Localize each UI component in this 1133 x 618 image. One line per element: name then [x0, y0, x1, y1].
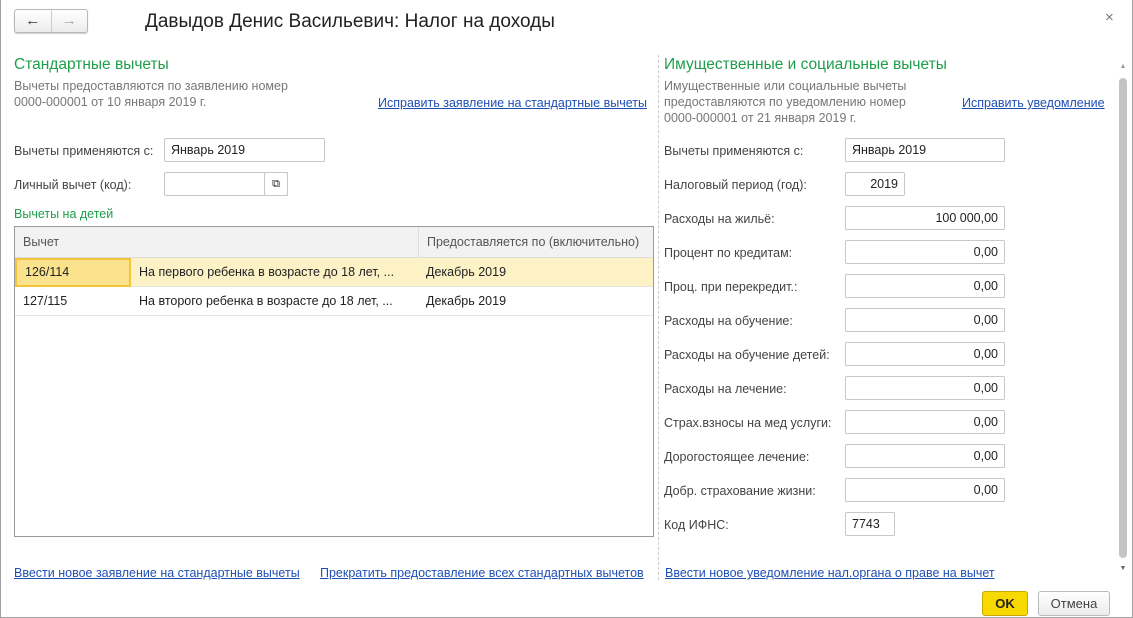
treatment-input[interactable]: 0,00 [845, 376, 1005, 400]
life-insurance-label: Добр. страхование жизни: [664, 484, 816, 498]
cell-until[interactable]: Декабрь 2019 [418, 287, 506, 315]
open-lookup-icon[interactable]: ⧉ [264, 172, 288, 196]
applies-from-label: Вычеты применяются с: [664, 144, 804, 158]
applies-from-input[interactable]: Январь 2019 [164, 138, 325, 162]
property-heading: Имущественные и социальные вычеты [664, 56, 947, 73]
cell-description[interactable]: На второго ребенка в возрасте до 18 лет,… [131, 287, 393, 315]
children-deductions-table: Вычет Предоставляется по (включительно) … [14, 226, 654, 537]
tax-period-label: Налоговый период (год): [664, 178, 807, 192]
table-row[interactable]: 127/115 На второго ребенка в возрасте до… [15, 287, 653, 316]
education-label: Расходы на обучение: [664, 314, 793, 328]
column-header-deduction[interactable]: Вычет [15, 227, 418, 258]
housing-input[interactable]: 100 000,00 [845, 206, 1005, 230]
scrollbar[interactable]: ▲ ▼ [1118, 63, 1128, 578]
fix-application-link[interactable]: Исправить заявление на стандартные вычет… [378, 96, 647, 110]
cancel-button[interactable]: Отмена [1038, 591, 1110, 616]
children-education-input[interactable]: 0,00 [845, 342, 1005, 366]
expensive-treatment-label: Дорогостоящее лечение: [664, 450, 810, 464]
children-education-label: Расходы на обучение детей: [664, 348, 830, 362]
applies-from-input[interactable]: Январь 2019 [845, 138, 1005, 162]
column-divider [658, 55, 659, 580]
fix-notice-link[interactable]: Исправить уведомление [962, 96, 1105, 110]
education-input[interactable]: 0,00 [845, 308, 1005, 332]
refinance-interest-input[interactable]: 0,00 [845, 274, 1005, 298]
close-icon[interactable]: × [1105, 9, 1114, 26]
ifns-code-label: Код ИФНС: [664, 518, 729, 532]
new-application-link[interactable]: Ввести новое заявление на стандартные вы… [14, 566, 300, 580]
tax-period-input[interactable]: 2019 [845, 172, 905, 196]
loan-interest-label: Процент по кредитам: [664, 246, 793, 260]
note-line: предоставляются по уведомлению номер [664, 95, 906, 109]
back-button[interactable]: ← [15, 10, 51, 32]
window-title: Давыдов Денис Васильевич: Налог на доход… [145, 11, 555, 32]
med-insurance-label: Страх.взносы на мед услуги: [664, 416, 832, 430]
housing-label: Расходы на жильё: [664, 212, 775, 226]
cell-description[interactable]: На первого ребенка в возрасте до 18 лет,… [131, 258, 394, 286]
note-line: Вычеты предоставляются по заявлению номе… [14, 79, 288, 93]
loan-interest-input[interactable]: 0,00 [845, 240, 1005, 264]
scroll-up-icon[interactable]: ▲ [1118, 63, 1128, 70]
table-row[interactable]: 126/114 На первого ребенка в возрасте до… [15, 258, 653, 287]
cell-code[interactable]: 126/114 [15, 258, 131, 287]
scrollbar-thumb[interactable] [1119, 78, 1127, 558]
expensive-treatment-input[interactable]: 0,00 [845, 444, 1005, 468]
standard-heading: Стандартные вычеты [14, 56, 169, 73]
personal-deduction-label: Личный вычет (код): [14, 178, 132, 192]
stop-all-deductions-link[interactable]: Прекратить предоставление всех стандартн… [320, 566, 644, 580]
applies-from-label: Вычеты применяются с: [14, 144, 154, 158]
children-heading: Вычеты на детей [14, 207, 114, 221]
ok-button[interactable]: OK [982, 591, 1028, 616]
standard-note: Вычеты предоставляются по заявлению номе… [14, 78, 288, 110]
new-notice-link[interactable]: Ввести новое уведомление нал.органа о пр… [665, 566, 995, 580]
navigation-buttons: ← → [14, 9, 88, 33]
ifns-code-input[interactable]: 7743 [845, 512, 895, 536]
note-line: 0000-000001 от 10 января 2019 г. [14, 95, 207, 109]
property-note: Имущественные или социальные вычеты пред… [664, 78, 906, 126]
note-line: Имущественные или социальные вычеты [664, 79, 907, 93]
refinance-interest-label: Проц. при перекредит.: [664, 280, 798, 294]
note-line: 0000-000001 от 21 января 2019 г. [664, 111, 857, 125]
treatment-label: Расходы на лечение: [664, 382, 787, 396]
life-insurance-input[interactable]: 0,00 [845, 478, 1005, 502]
scroll-down-icon[interactable]: ▼ [1118, 565, 1128, 572]
cell-code[interactable]: 127/115 [15, 287, 67, 315]
column-header-until[interactable]: Предоставляется по (включительно) [418, 227, 653, 258]
med-insurance-input[interactable]: 0,00 [845, 410, 1005, 434]
forward-button[interactable]: → [50, 10, 88, 32]
cell-until[interactable]: Декабрь 2019 [418, 258, 506, 286]
